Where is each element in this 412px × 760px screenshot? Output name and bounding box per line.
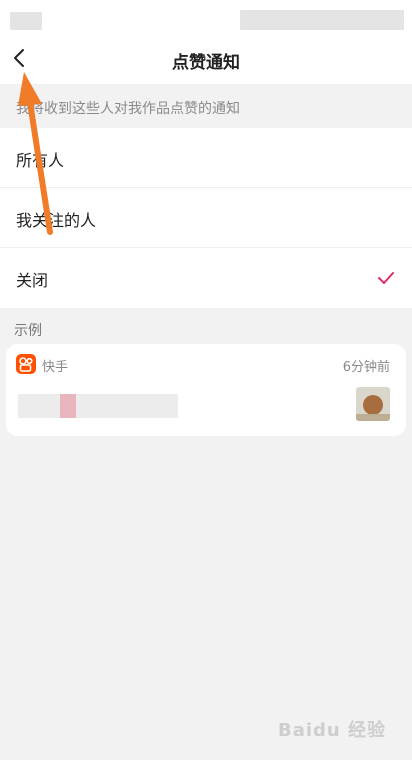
annotation-arrow-icon — [18, 72, 53, 235]
baidu-watermark: Baidu 经验 — [277, 720, 386, 741]
